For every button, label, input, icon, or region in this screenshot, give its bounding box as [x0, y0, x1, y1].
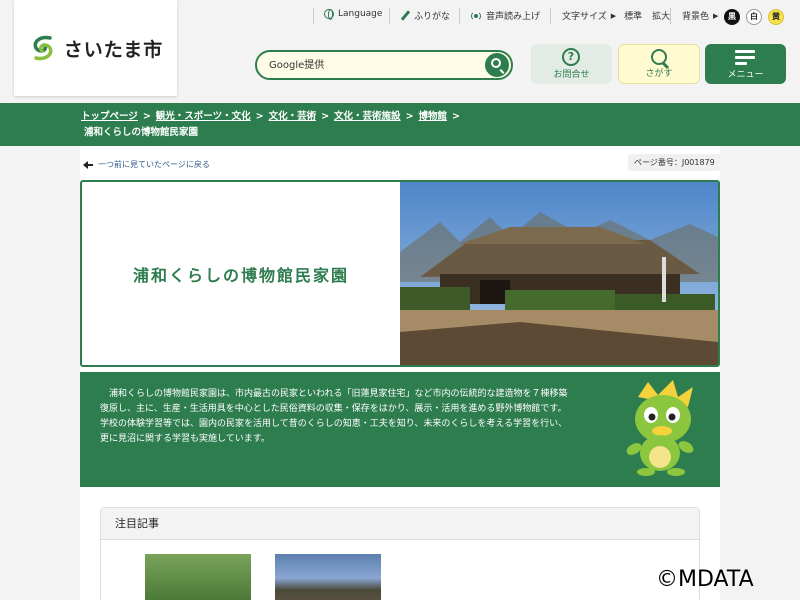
- furigana-link[interactable]: ふりがな: [400, 9, 450, 22]
- triangle-right-icon: ▶: [610, 11, 617, 20]
- search-button[interactable]: [485, 53, 509, 77]
- language-label: Language: [338, 9, 383, 19]
- intro-line: 浦和くらしの博物館民家園は、市内最古の民家といわれる「旧蓮見家住宅」など市内の伝…: [100, 389, 568, 399]
- breadcrumb-separator: >: [405, 111, 414, 122]
- question-icon: ?: [562, 48, 580, 66]
- logo-text: さいたま市: [63, 38, 164, 61]
- breadcrumb-separator: >: [321, 111, 330, 122]
- site-logo[interactable]: さいたま市: [14, 0, 177, 96]
- bg-color-group: 背景色 ▶: [682, 9, 719, 23]
- breadcrumb-facilities[interactable]: 文化・芸術施設: [334, 111, 401, 122]
- pencil-icon: [400, 11, 410, 21]
- globe-icon: [324, 9, 334, 20]
- mascot-character-icon: [626, 380, 694, 476]
- breadcrumb-separator: >: [142, 111, 151, 122]
- inquiry-label: お問合せ: [553, 70, 590, 80]
- divider: [459, 8, 460, 24]
- search-icon: [491, 58, 501, 68]
- inquiry-button[interactable]: ? お問合せ: [531, 44, 612, 84]
- find-button[interactable]: さがす: [618, 44, 700, 84]
- furigana-label: ふりがな: [414, 12, 451, 22]
- featured-articles: 注目記事: [100, 507, 700, 600]
- breadcrumb-museum[interactable]: 博物館: [419, 111, 448, 122]
- back-link-label: 一つ前に見ていたページに戻る: [98, 160, 210, 169]
- bg-color-label: 背景色: [682, 12, 710, 22]
- search-box: [255, 50, 513, 80]
- font-large-button[interactable]: 拡大: [652, 9, 670, 22]
- bg-black-button[interactable]: 黒: [724, 9, 740, 25]
- language-link[interactable]: Language: [324, 9, 383, 20]
- intro-section: 浦和くらしの博物館民家園は、市内最古の民家といわれる「旧蓮見家住宅」など市内の伝…: [80, 372, 720, 487]
- intro-line: 学校の体験学習等では、園内の民家を活用して昔のくらしの知恵・工夫を知り、未来のく…: [100, 419, 568, 429]
- triangle-right-icon: ▶: [713, 11, 719, 20]
- divider: [670, 8, 671, 24]
- intro-line: 更に見沼に関する学習も実施しています。: [100, 434, 270, 444]
- menu-label: メニュー: [727, 70, 764, 80]
- intro-text: 浦和くらしの博物館民家園は、市内最古の民家といわれる「旧蓮見家住宅」など市内の伝…: [100, 387, 620, 447]
- menu-button[interactable]: メニュー: [705, 44, 786, 84]
- search-icon: [651, 49, 667, 65]
- speech-label: 音声読み上げ: [486, 12, 541, 22]
- bg-yellow-button[interactable]: 黄: [768, 9, 784, 25]
- page-title: 浦和くらしの博物館民家園: [132, 265, 349, 285]
- breadcrumb-tourism[interactable]: 観光・スポーツ・文化: [156, 111, 251, 122]
- hero-photo: [400, 182, 718, 365]
- divider: [389, 8, 390, 24]
- divider: [313, 8, 314, 24]
- breadcrumb: トップページ > 観光・スポーツ・文化 > 文化・芸術 > 文化・芸術施設 > 博物館 > 浦和く…: [81, 109, 501, 141]
- font-standard-button[interactable]: 標準: [624, 9, 642, 22]
- featured-thumbnail[interactable]: [275, 554, 381, 600]
- saitama-logo-icon: [33, 35, 53, 61]
- featured-heading: 注目記事: [101, 508, 699, 540]
- speaker-icon: [470, 10, 482, 21]
- search-input[interactable]: [257, 52, 477, 78]
- hero-banner: 浦和くらしの博物館民家園: [80, 180, 720, 367]
- speech-link[interactable]: 音声読み上げ: [470, 9, 540, 22]
- hamburger-icon: [735, 50, 755, 65]
- featured-thumbnail[interactable]: [145, 554, 251, 600]
- breadcrumb-separator: >: [255, 111, 264, 122]
- find-label: さがす: [645, 69, 673, 79]
- bg-white-button[interactable]: 白: [746, 9, 762, 25]
- breadcrumb-current: 浦和くらしの博物館民家園: [84, 127, 199, 138]
- font-size-group: 文字サイズ ▶ 標準 拡大: [562, 9, 670, 23]
- breadcrumb-separator: >: [452, 111, 461, 122]
- font-size-label: 文字サイズ: [562, 12, 607, 22]
- page-number: ページ番号：J001879: [628, 154, 721, 171]
- breadcrumb-bar: トップページ > 観光・スポーツ・文化 > 文化・芸術 > 文化・芸術施設 > 博物館 > 浦和く…: [0, 103, 800, 146]
- divider: [550, 8, 551, 24]
- intro-line: 復原し、主に、生産・生活用具を中心とした民俗資料の収集・保存をはかり、展示・活用…: [100, 404, 567, 414]
- breadcrumb-culture-art[interactable]: 文化・芸術: [269, 111, 317, 122]
- breadcrumb-home[interactable]: トップページ: [81, 111, 138, 122]
- back-arrow-icon: [83, 160, 93, 169]
- back-link[interactable]: 一つ前に見ていたページに戻る: [83, 159, 210, 170]
- copyright-watermark: ©MDATA: [656, 567, 754, 592]
